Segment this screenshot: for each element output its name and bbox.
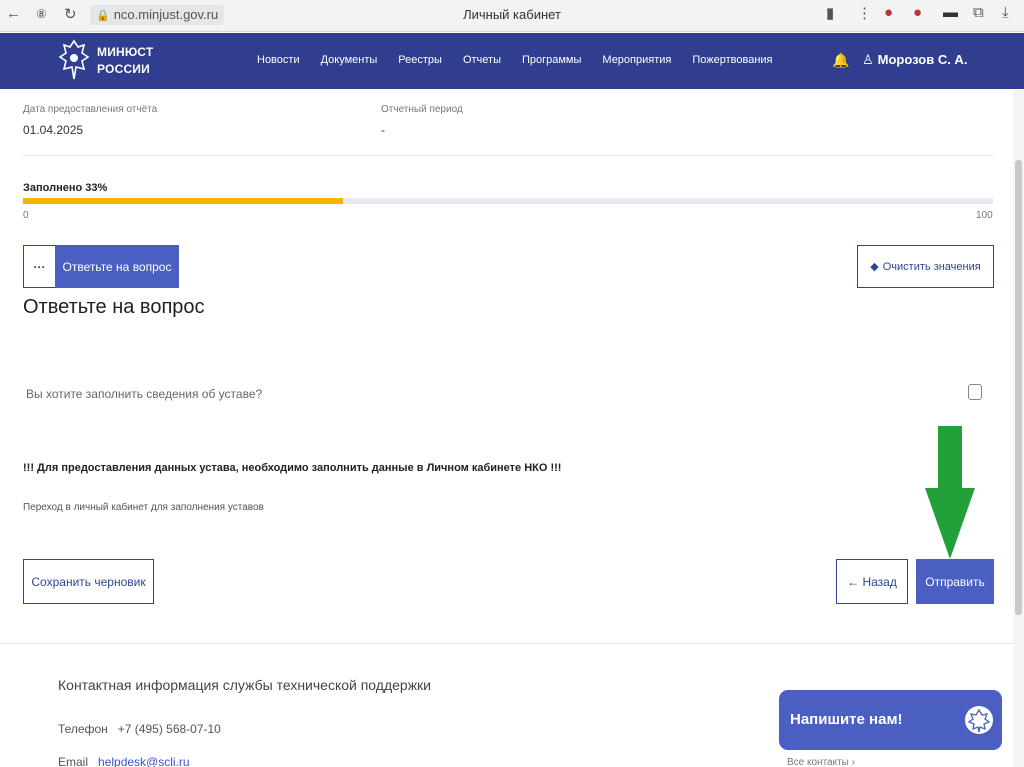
charter-link[interactable]: Переход в личный кабинет для заполнения … [23,502,264,513]
report-date-value: 01.04.2025 [23,123,84,137]
ministry-emblem-icon[interactable] [58,39,90,83]
reload-icon[interactable]: ↻ [64,5,77,23]
save-draft-button[interactable]: Сохранить черновик [23,559,154,604]
address-bar[interactable]: 🔒 nco.minjust.gov.ru [90,5,225,25]
chat-widget-button[interactable]: Напишите нам! [779,690,1002,750]
eraser-icon: ◆ [870,261,879,273]
more-options-button[interactable]: ··· [23,245,56,288]
bookmark-icon[interactable]: ▮ [826,4,834,22]
notification-bell-icon[interactable]: 🔔 [832,52,849,69]
progress-max: 100 [976,210,993,221]
divider [23,155,993,156]
all-contacts-link[interactable]: Все контакты › [787,757,855,767]
menu-item-news[interactable]: Новости [257,54,300,66]
menu-item-events[interactable]: Мероприятия [602,54,671,66]
lock-icon: 🔒 [96,10,110,22]
question-text: Вы хотите заполнить сведения об уставе? [26,387,263,401]
progress-bar [23,198,993,204]
user-icon: ♙ [862,52,874,67]
progress-min: 0 [23,210,29,221]
site-header: МИНЮСТ РОССИИ Новости Документы Реестры … [0,33,1024,89]
form-heading: Ответьте на вопрос [23,296,205,318]
chat-label: Напишите нам! [790,711,903,728]
footer-phone-row: Телефон +7 (495) 568-07-10 [58,722,221,736]
progress-label: Заполнено 33% [23,182,108,194]
menu-item-donations[interactable]: Пожертвования [692,54,772,66]
brand-line-1: МИНЮСТ [97,45,154,59]
menu-item-programs[interactable]: Программы [522,54,581,66]
back-arrow-icon[interactable]: ← [6,5,21,22]
email-link[interactable]: helpdesk@scli.ru [98,755,190,767]
emblem-icon [965,706,993,734]
url-text: nco.minjust.gov.ru [113,7,219,22]
brand-line-2: РОССИИ [97,62,150,76]
extension-icon[interactable]: ● [913,4,922,21]
footer-email-row: Email helpdesk@scli.ru [58,755,190,767]
back-button[interactable]: ← Назад [836,559,908,604]
menu-dots-icon[interactable]: ⋮ [857,4,872,22]
shield-icon[interactable]: ▬ [943,4,958,21]
report-date-label: Дата предоставления отчёта [23,104,158,115]
download-icon[interactable]: ⤓ [1002,4,1009,21]
submit-button[interactable]: Отправить [916,559,994,604]
user-menu[interactable]: ♙ Морозов С. А. [862,52,967,68]
browser-toolbar: ← ⑧ ↻ 🔒 nco.minjust.gov.ru Личный кабинет… [0,0,1024,32]
report-period-value: - [381,123,385,137]
phone-number: +7 (495) 568-07-10 [117,722,221,736]
charter-checkbox[interactable] [968,384,982,400]
menu-item-documents[interactable]: Документы [321,54,378,66]
page-scrollbar[interactable] [1013,90,1024,767]
scrollbar-thumb[interactable] [1015,160,1022,615]
main-menu: Новости Документы Реестры Отчеты Програм… [257,54,794,66]
notice-text: !!! Для предоставления данных устава, не… [23,462,562,474]
footer-title: Контактная информация службы технической… [58,677,432,693]
footer-divider [0,643,1013,644]
brand-name[interactable]: МИНЮСТ РОССИИ [97,44,153,78]
clear-values-button[interactable]: ◆ Очистить значения [857,245,994,288]
forward-icon[interactable]: ⑧ [36,7,47,21]
progress-fill [23,198,344,204]
green-arrow-icon [925,426,975,559]
phone-label: Телефон [58,722,108,736]
email-label: Email [58,755,89,767]
tab-answer-question[interactable]: Ответьте на вопрос [55,245,179,288]
user-name: Морозов С. А. [877,52,968,67]
puzzle-icon[interactable]: ⧉ [973,4,984,21]
menu-item-reports[interactable]: Отчеты [463,54,501,66]
report-period-label: Отчетный период [381,104,463,115]
extension-icon[interactable]: ● [884,4,893,21]
clear-values-label: Очистить значения [882,260,981,273]
menu-item-registries[interactable]: Реестры [398,54,442,66]
